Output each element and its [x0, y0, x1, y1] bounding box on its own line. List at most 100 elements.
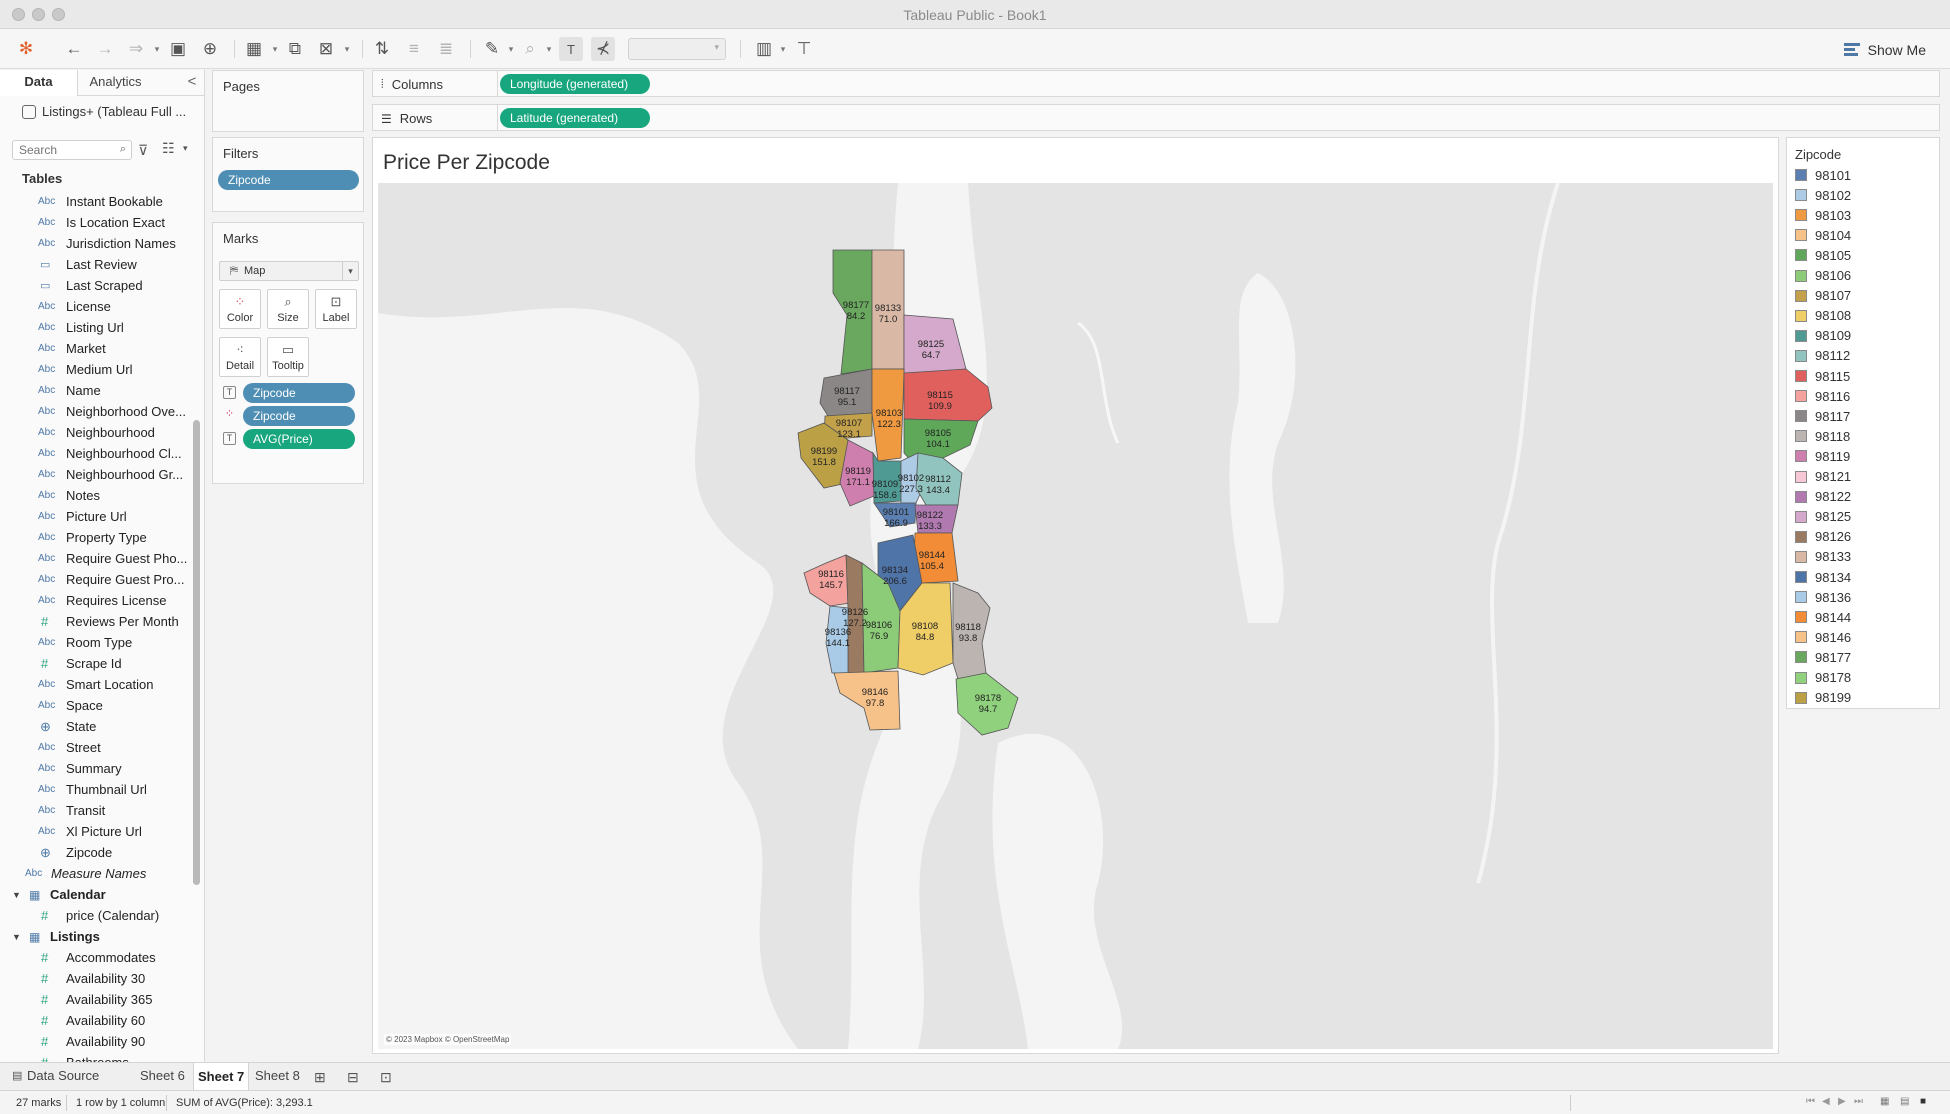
field-item[interactable]: Abc Street	[0, 737, 190, 758]
legend-item[interactable]: 98133	[1795, 547, 1851, 567]
clear-sheet-icon[interactable]: ⊠	[314, 37, 338, 61]
datasource-item[interactable]: Listings+ (Tableau Full ...	[22, 104, 186, 119]
search-box[interactable]: ⌕	[12, 140, 132, 160]
legend-item[interactable]: 98104	[1795, 225, 1851, 245]
sort-ascending-icon[interactable]: ≡	[402, 37, 426, 61]
field-item[interactable]: # Availability 30	[0, 968, 190, 989]
tab-data-source[interactable]: Data Source	[27, 1068, 99, 1083]
field-item[interactable]: ⊕ Zipcode	[0, 842, 190, 863]
fix-axes-icon[interactable]: ⊀	[591, 37, 615, 61]
field-item[interactable]: Abc Smart Location	[0, 674, 190, 695]
new-worksheet-icon[interactable]: ▦	[242, 37, 266, 61]
map-svg[interactable]: 9817784.2 9813371.0 9812564.7 9811795.1 9810…	[378, 183, 1773, 1049]
clear-dropdown-icon[interactable]: ▾	[342, 37, 352, 61]
show-sheet-sorter-icon[interactable]: ▦	[1880, 1096, 1889, 1107]
tab-sheet-7[interactable]: Sheet 7	[193, 1063, 250, 1091]
legend-item[interactable]: 98101	[1795, 165, 1851, 185]
tab-sheet-6[interactable]: Sheet 6	[140, 1068, 185, 1083]
color-button[interactable]: ⁘ Color	[219, 289, 261, 329]
field-item[interactable]: Abc Jurisdiction Names	[0, 233, 190, 254]
show-labels-icon[interactable]: T	[559, 37, 583, 61]
field-item[interactable]: # Reviews Per Month	[0, 611, 190, 632]
chart-type-icon[interactable]: ▥	[752, 37, 776, 61]
map-canvas[interactable]: 98177 84.2 98133 71.0 98125 64.7 98117 95.1 9810…	[378, 183, 1773, 1049]
field-item[interactable]: # Availability 60	[0, 1010, 190, 1031]
legend-item[interactable]: 98107	[1795, 286, 1851, 306]
new-worksheet-tab-icon[interactable]: ⊞	[314, 1069, 326, 1086]
legend-item[interactable]: 98102	[1795, 185, 1851, 205]
field-item[interactable]: Abc Name	[0, 380, 190, 401]
group-dropdown-icon[interactable]: ▾	[544, 37, 554, 61]
legend-item[interactable]: 98106	[1795, 266, 1851, 286]
collapse-pane-button[interactable]: <	[184, 70, 200, 96]
field-item[interactable]: #Bathrooms	[0, 1052, 190, 1062]
field-item[interactable]: Abc Require Guest Pho...	[0, 548, 190, 569]
legend-item[interactable]: 98144	[1795, 607, 1851, 627]
highlight-dropdown-icon[interactable]: ▾	[506, 37, 516, 61]
field-item[interactable]: Abc Medium Url	[0, 359, 190, 380]
presentation-icon[interactable]: ⊤	[792, 37, 816, 61]
duplicate-icon[interactable]: ⧉	[283, 37, 307, 61]
field-item[interactable]: # Scrape Id	[0, 653, 190, 674]
field-item[interactable]: Abc Listing Url	[0, 317, 190, 338]
swap-icon[interactable]: ⇅	[370, 37, 394, 61]
filter-pill-zipcode[interactable]: Zipcode	[218, 170, 359, 190]
next-sheet-icon[interactable]: ▶	[1838, 1096, 1846, 1107]
legend-item[interactable]: 98122	[1795, 487, 1851, 507]
map-attribution[interactable]: © 2023 Mapbox © OpenStreetMap	[384, 1034, 512, 1045]
legend-item[interactable]: 98125	[1795, 507, 1851, 527]
legend-item[interactable]: 98103	[1795, 205, 1851, 225]
undo-icon[interactable]: ←	[62, 37, 86, 61]
view-options-dropdown-icon[interactable]: ▾	[183, 143, 188, 154]
tab-sheet-8[interactable]: Sheet 8	[255, 1068, 300, 1083]
last-sheet-icon[interactable]: ⏭	[1854, 1096, 1863, 1107]
tableau-logo-icon[interactable]: ✻	[14, 37, 38, 61]
tab-data[interactable]: Data	[0, 70, 78, 96]
legend-item[interactable]: 98105	[1795, 245, 1851, 265]
field-item[interactable]: Abc Neighbourhood Gr...	[0, 464, 190, 485]
field-item[interactable]: Abc Space	[0, 695, 190, 716]
expand-arrow-icon[interactable]: ▼	[12, 890, 21, 900]
mark-pill-zipcode-label[interactable]: Zipcode	[243, 383, 355, 403]
group-icon[interactable]: ⌕	[518, 37, 542, 61]
field-item[interactable]: ▭ Last Review	[0, 254, 190, 275]
field-item[interactable]: Abc Is Location Exact	[0, 212, 190, 233]
field-item[interactable]: ⊕ State	[0, 716, 190, 737]
legend-item[interactable]: 98116	[1795, 386, 1850, 406]
replay-icon[interactable]: ⇒	[124, 37, 148, 61]
field-item[interactable]: Abc Requires License	[0, 590, 190, 611]
show-filmstrip-icon[interactable]: ▤	[1900, 1096, 1909, 1107]
legend-item[interactable]: 98126	[1795, 527, 1851, 547]
table-group[interactable]: ▼ ▦ Listings	[0, 926, 190, 947]
filters-card[interactable]: Filters Zipcode	[212, 137, 364, 212]
new-dashboard-tab-icon[interactable]: ⊟	[347, 1069, 359, 1086]
field-item[interactable]: Abc Xl Picture Url	[0, 821, 190, 842]
legend-item[interactable]: 98177	[1795, 647, 1851, 667]
field-item[interactable]: # price (Calendar)	[0, 905, 190, 926]
new-worksheet-dropdown-icon[interactable]: ▾	[270, 37, 280, 61]
rows-shelf[interactable]: ☰ Rows Latitude (generated)	[372, 104, 1940, 131]
field-list-scrollbar[interactable]	[193, 420, 200, 885]
field-item[interactable]: Abc Neighborhood Ove...	[0, 401, 190, 422]
legend-item[interactable]: 98118	[1795, 426, 1850, 446]
legend-item[interactable]: 98119	[1795, 446, 1850, 466]
legend-item[interactable]: 98146	[1795, 627, 1851, 647]
field-item[interactable]: Abc Measure Names	[0, 863, 190, 884]
label-button[interactable]: ⊡ Label	[315, 289, 357, 329]
legend-item[interactable]: 98121	[1795, 467, 1851, 487]
field-item[interactable]: Abc Picture Url	[0, 506, 190, 527]
field-item[interactable]: # Availability 90	[0, 1031, 190, 1052]
view-options-icon[interactable]: ☷	[162, 140, 175, 157]
detail-button[interactable]: ⁖ Detail	[219, 337, 261, 377]
rows-pill-latitude[interactable]: Latitude (generated)	[500, 108, 650, 128]
fit-select[interactable]: ▾	[628, 38, 726, 60]
legend-item[interactable]: 98108	[1795, 306, 1851, 326]
expand-arrow-icon[interactable]: ▼	[12, 932, 21, 942]
legend-item[interactable]: 98109	[1795, 326, 1851, 346]
field-item[interactable]: # Availability 365	[0, 989, 190, 1010]
new-datasource-icon[interactable]: ⊕	[198, 37, 222, 61]
columns-shelf[interactable]: ⦙ Columns Longitude (generated)	[372, 70, 1940, 97]
field-item[interactable]: ▭ Last Scraped	[0, 275, 190, 296]
field-item[interactable]: Abc Property Type	[0, 527, 190, 548]
field-item[interactable]: Abc Neighbourhood	[0, 422, 190, 443]
